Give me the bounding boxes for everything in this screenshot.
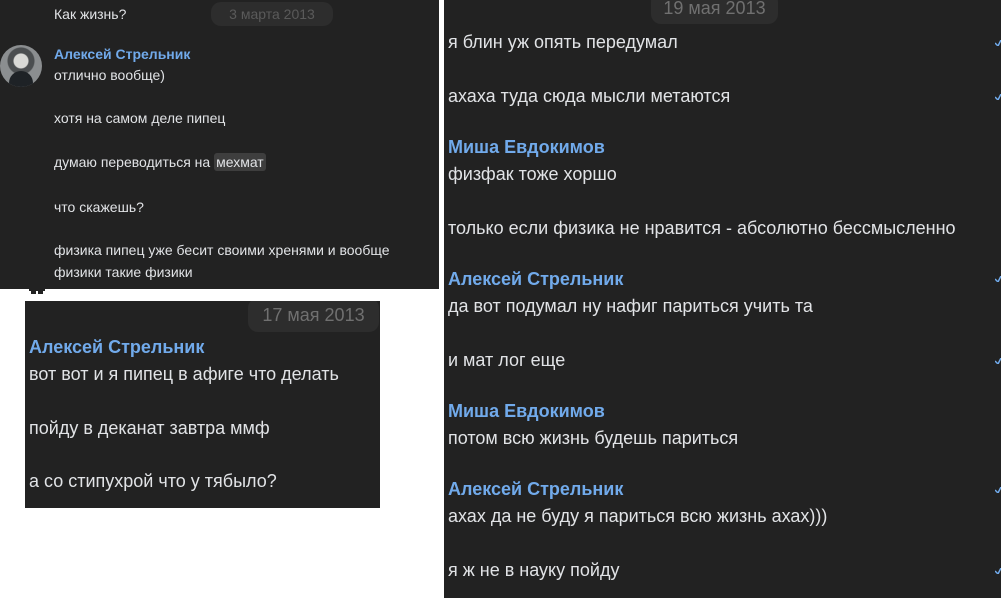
message-text: да вот подумал ну нафиг париться учить т…: [448, 296, 813, 316]
message-text: вот вот и я пипец в афиге что делать: [29, 364, 339, 384]
message-text: хотя на самом деле пипец: [54, 110, 226, 126]
avatar[interactable]: [0, 45, 42, 87]
author-name[interactable]: Миша Евдокимов: [448, 400, 605, 422]
message-text: физфак тоже хоршо: [448, 164, 617, 184]
message-text: думаю переводиться на мехмат: [54, 153, 266, 171]
message-text: физики такие физики: [54, 264, 193, 280]
search-highlight: мехмат: [214, 153, 266, 171]
crop-fragment: [29, 289, 45, 296]
date-badge: 3 марта 2013: [211, 2, 333, 26]
message-text: только если физика не нравится - абсолют…: [448, 218, 956, 238]
chat-panel-may17: 17 мая 2013 Алексей Стрельник вот вот и …: [25, 301, 380, 508]
author-name[interactable]: Алексей Стрельник: [54, 46, 190, 63]
chat-panel-may19: 19 мая 2013 я блин уж опять передумал ах…: [444, 0, 1001, 598]
author-name[interactable]: Алексей Стрельник: [448, 268, 623, 290]
message-text: Как жизнь?: [54, 6, 127, 22]
message-text: пойду в деканат завтра ммф: [29, 418, 270, 438]
message-text: я ж не в науку пойду: [448, 560, 620, 580]
message-text: а со стипухрой что у тябыло?: [29, 471, 277, 491]
check-icon: [995, 487, 1001, 493]
message-text: ахаха туда сюда мысли метаются: [448, 86, 731, 106]
author-name[interactable]: Алексей Стрельник: [29, 336, 204, 358]
author-name[interactable]: Миша Евдокимов: [448, 136, 605, 158]
message-text: я блин уж опять передумал: [448, 32, 678, 52]
check-icon: [995, 276, 1001, 282]
check-icon: [995, 358, 1001, 364]
author-name[interactable]: Алексей Стрельник: [448, 478, 623, 500]
message-text: ахах да не буду я париться всю жизнь аха…: [448, 506, 828, 526]
message-text-part: думаю переводиться на: [54, 154, 211, 170]
message-text: и мат лог еще: [448, 350, 566, 370]
date-badge: 17 мая 2013: [248, 301, 379, 332]
date-badge: 19 мая 2013: [651, 0, 778, 24]
message-text: что скажешь?: [54, 199, 144, 215]
message-text: физика пипец уже бесит своими хренями и …: [54, 242, 390, 258]
check-icon: [995, 94, 1001, 100]
check-icon: [995, 40, 1001, 46]
message-text: отлично вообще): [54, 67, 165, 83]
check-icon: [995, 568, 1001, 574]
message-text: потом всю жизнь будешь париться: [448, 428, 739, 448]
chat-panel-march: Как жизнь? 3 марта 2013 Алексей Стрельни…: [0, 0, 439, 289]
